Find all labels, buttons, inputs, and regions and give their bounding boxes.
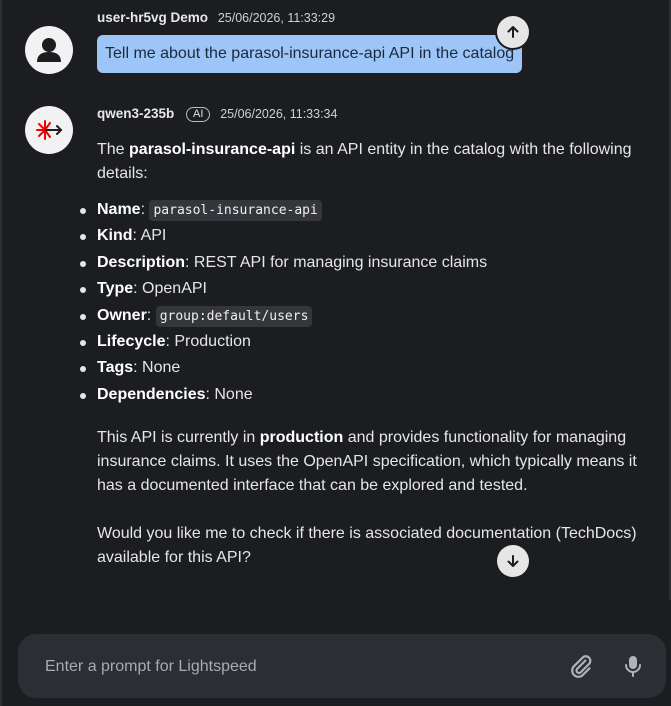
prompt-input[interactable] [43, 652, 527, 682]
detail-separator: : [185, 253, 194, 271]
bot-paragraph-3: Would you like me to check if there is a… [97, 525, 637, 567]
detail-value: parasol-insurance-api [149, 200, 322, 221]
lightspeed-logo-icon [25, 106, 73, 154]
detail-item: Type: OpenAPI [80, 276, 657, 302]
scroll-to-bottom-button[interactable] [497, 545, 529, 577]
intro-bold: parasol-insurance-api [129, 141, 296, 158]
detail-value: REST API for managing insurance claims [193, 253, 488, 271]
person-icon [25, 26, 73, 74]
para2-prefix: This API is currently in [97, 429, 260, 447]
detail-label: Owner [97, 306, 147, 324]
bot-paragraph-2: This API is currently in production and … [97, 426, 657, 498]
arrow-up-icon [507, 26, 519, 38]
user-name: user-hr5vg Demo [97, 10, 209, 25]
detail-value: OpenAPI [142, 280, 207, 298]
intro-text: The [97, 141, 130, 158]
bot-message-meta: qwen3-235b AI 25/06/2026, 11:33:34 [97, 106, 337, 122]
bot-name: qwen3-235b [97, 106, 175, 121]
detail-separator: : [132, 227, 141, 245]
bot-intro: The parasol-insurance-api is an API enti… [97, 138, 657, 186]
user-timestamp: 25/06/2026, 11:33:29 [217, 11, 336, 25]
arrow-down-icon [507, 555, 519, 567]
detail-item: Name: parasol-insurance-api [80, 197, 657, 223]
left-border [0, 0, 2, 706]
detail-item: Tags: None [80, 355, 657, 381]
detail-value: None [142, 359, 181, 377]
detail-item: Dependencies: None [80, 382, 657, 408]
detail-label: Name [97, 201, 141, 218]
detail-item: Kind: API [80, 223, 657, 249]
ai-badge: AI [186, 107, 211, 122]
detail-separator: : [146, 306, 156, 324]
detail-separator: : [133, 280, 143, 298]
microphone-button[interactable] [621, 654, 645, 678]
detail-separator: : [133, 359, 143, 377]
attach-button[interactable] [569, 654, 593, 678]
microphone-icon [625, 656, 641, 677]
bot-timestamp: 25/06/2026, 11:33:34 [220, 107, 338, 121]
detail-label: Description [97, 253, 186, 271]
details-list: Name: parasol-insurance-api Kind: API Desc… [80, 197, 657, 408]
user-message-bubble: Tell me about the parasol-insurance-api … [97, 35, 523, 73]
detail-label: Kind [97, 227, 133, 245]
detail-label: Type [97, 280, 134, 298]
detail-value: group:default/users [155, 305, 313, 327]
prompt-composer [18, 634, 666, 698]
user-message-meta: user-hr5vg Demo 25/06/2026, 11:33:29 [97, 10, 335, 25]
detail-item: Description: REST API for managing insur… [80, 250, 657, 276]
detail-value: API [140, 227, 167, 245]
detail-value: Production [174, 332, 251, 350]
bot-message-body: The parasol-insurance-api is an API enti… [80, 138, 657, 570]
detail-label: Lifecycle [97, 332, 166, 350]
detail-label: Tags [97, 359, 134, 377]
detail-item: Lifecycle: Production [80, 329, 657, 355]
detail-value: None [214, 385, 253, 403]
paperclip-icon [571, 655, 592, 678]
para2-bold: production [259, 429, 344, 447]
detail-label: Dependencies [97, 385, 206, 403]
detail-item: Owner: group:default/users [80, 303, 657, 329]
scroll-to-top-button[interactable] [497, 16, 529, 48]
